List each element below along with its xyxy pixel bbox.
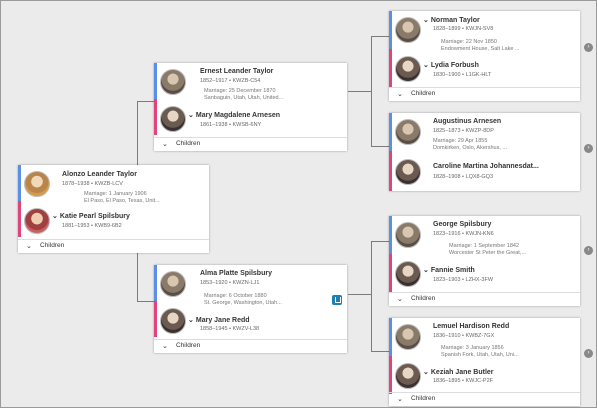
portrait-icon[interactable] xyxy=(160,106,186,132)
mother-name[interactable]: ⌄ Keziah Jane Butler xyxy=(423,368,494,376)
father-meta: 1825–1873 • KWZP-8DP xyxy=(433,128,494,134)
temple-icon[interactable] xyxy=(332,295,342,305)
mother-name[interactable]: ⌄ Fannie Smith xyxy=(423,266,475,274)
portrait-icon[interactable] xyxy=(395,363,421,389)
mother-name[interactable]: ⌄ Lydia Forbush xyxy=(423,61,479,69)
connector-line xyxy=(371,36,372,146)
portrait-icon[interactable] xyxy=(395,17,421,43)
father-meta: 1878–1938 • KWZB-LCV xyxy=(62,181,123,187)
chevron-down-icon: ⌄ xyxy=(26,243,32,250)
mother-name[interactable]: ⌄ Katie Pearl Spilsbury xyxy=(52,212,130,220)
portrait-icon[interactable] xyxy=(160,308,186,334)
father-name[interactable]: George Spilsbury xyxy=(433,221,491,228)
marriage-info: Marriage: 1 January 1906 El Paso, El Paso… xyxy=(84,191,160,204)
connector-line xyxy=(371,36,389,37)
chevron-right-icon[interactable]: › xyxy=(584,144,593,153)
chevron-down-icon[interactable]: ⌄ xyxy=(188,112,194,119)
portrait-icon[interactable] xyxy=(24,208,50,234)
mother-meta: 1823–1903 • LZHX-3FW xyxy=(433,277,494,283)
portrait-icon[interactable] xyxy=(395,119,421,145)
children-toggle[interactable]: ⌄ Children xyxy=(154,137,347,151)
chevron-down-icon[interactable]: ⌄ xyxy=(52,213,58,220)
marriage-info: Marriage: 25 December 1870 Sanbaguin, Uta… xyxy=(204,88,284,101)
portrait-icon[interactable] xyxy=(160,69,186,95)
marriage-info: Marriage: 3 January 1856 Spanish Fork, Ut… xyxy=(441,345,519,358)
mother-meta: 1836–1895 • KWJC-P2F xyxy=(433,378,494,384)
children-toggle[interactable]: ⌄ Children xyxy=(18,239,209,253)
father-name[interactable]: Augustinus Arnesen xyxy=(433,118,501,125)
children-toggle[interactable]: ⌄ Children xyxy=(389,292,580,306)
marriage-info: Marriage: 29 Apr 1855 Domkirken, Oslo, Ak… xyxy=(433,138,507,151)
chevron-right-icon[interactable]: › xyxy=(584,43,593,52)
couple-card-alma[interactable]: Alma Platte Spilsbury 1853–1920 • KWZN-L… xyxy=(154,265,347,353)
portrait-icon[interactable] xyxy=(395,159,421,185)
mother-meta: 1881–1953 • KWB9-6B2 xyxy=(62,223,122,229)
father-name[interactable]: Alonzo Leander Taylor xyxy=(62,171,137,178)
connector-line xyxy=(371,351,389,352)
chevron-down-icon: ⌄ xyxy=(397,396,403,403)
connector-line xyxy=(371,241,389,242)
father-name[interactable]: Lemuel Hardison Redd xyxy=(433,323,509,330)
mother-meta: 1858–1945 • KWZV-L38 xyxy=(200,326,260,332)
connector-line xyxy=(348,294,371,295)
chevron-down-icon: ⌄ xyxy=(162,141,168,148)
mother-name[interactable]: ⌄ Mary Magdalene Arnesen xyxy=(188,111,280,119)
father-meta: 1828–1899 • KWJN-SV8 xyxy=(433,26,494,32)
connector-line xyxy=(348,91,371,92)
couple-card-norman[interactable]: ⌄ Norman Taylor 1828–1899 • KWJN-SV8 Marr… xyxy=(389,11,580,101)
marriage-info: Marriage: 1 September 1842 Worcester St P… xyxy=(449,243,526,256)
pedigree-view: Alonzo Leander Taylor 1878–1938 • KWZB-L… xyxy=(0,0,597,408)
portrait-icon[interactable] xyxy=(395,324,421,350)
couple-card-ernest[interactable]: Ernest Leander Taylor 1852–1917 • KWZB-C… xyxy=(154,63,347,151)
connector-line xyxy=(137,301,154,302)
portrait-icon[interactable] xyxy=(395,222,421,248)
father-meta: 1852–1917 • KWZB-C54 xyxy=(200,78,261,84)
children-toggle[interactable]: ⌄ Children xyxy=(389,87,580,101)
mother-name[interactable]: Caroline Martina Johannesdat... xyxy=(433,163,539,170)
father-name[interactable]: Alma Platte Spilsbury xyxy=(200,270,272,277)
chevron-down-icon[interactable]: ⌄ xyxy=(423,369,429,376)
portrait-icon[interactable] xyxy=(160,271,186,297)
portrait-icon[interactable] xyxy=(24,171,50,197)
chevron-right-icon[interactable]: › xyxy=(584,349,593,358)
chevron-down-icon: ⌄ xyxy=(397,91,403,98)
chevron-down-icon[interactable]: ⌄ xyxy=(423,62,429,69)
chevron-down-icon: ⌄ xyxy=(397,296,403,303)
children-toggle[interactable]: ⌄ Children xyxy=(154,339,347,353)
mother-meta: 1828–1908 • LQX8-GQ3 xyxy=(433,174,494,180)
chevron-right-icon[interactable]: › xyxy=(584,246,593,255)
couple-card-lemuel[interactable]: Lemuel Hardison Redd 1836–1910 • KWBZ-7G… xyxy=(389,318,580,406)
marriage-info: Marriage: 6 October 1880 St. George, Wash… xyxy=(204,293,282,306)
marriage-info: Marriage: 22 Nov 1850 Endowment House, Sa… xyxy=(441,39,520,52)
portrait-icon[interactable] xyxy=(395,56,421,82)
portrait-icon[interactable] xyxy=(395,261,421,287)
mother-meta: 1830–1900 • L1GK-HLT xyxy=(433,72,492,78)
mother-name[interactable]: ⌄ Mary Jane Redd xyxy=(188,316,250,324)
chevron-down-icon[interactable]: ⌄ xyxy=(423,17,429,24)
father-meta: 1836–1910 • KWBZ-7GX xyxy=(433,333,495,339)
father-meta: 1853–1920 • KWZN-LJ1 xyxy=(200,280,260,286)
chevron-down-icon: ⌄ xyxy=(162,343,168,350)
father-name[interactable]: Ernest Leander Taylor xyxy=(200,68,273,75)
mother-meta: 1861–1938 • KWSB-6NY xyxy=(200,122,262,128)
couple-card-augustinus[interactable]: Augustinus Arnesen 1825–1873 • KWZP-8DP … xyxy=(389,113,580,191)
father-name[interactable]: ⌄ Norman Taylor xyxy=(423,16,480,24)
chevron-down-icon[interactable]: ⌄ xyxy=(423,267,429,274)
couple-card-george[interactable]: George Spilsbury 1823–1916 • KWJN-KN6 Ma… xyxy=(389,216,580,306)
children-toggle[interactable]: ⌄ Children xyxy=(389,392,580,406)
connector-line xyxy=(137,101,154,102)
connector-line xyxy=(371,146,389,147)
chevron-down-icon[interactable]: ⌄ xyxy=(188,317,194,324)
father-meta: 1823–1916 • KWJN-KN6 xyxy=(433,231,494,237)
connector-line xyxy=(371,241,372,351)
couple-card-alonzo[interactable]: Alonzo Leander Taylor 1878–1938 • KWZB-L… xyxy=(18,165,209,253)
